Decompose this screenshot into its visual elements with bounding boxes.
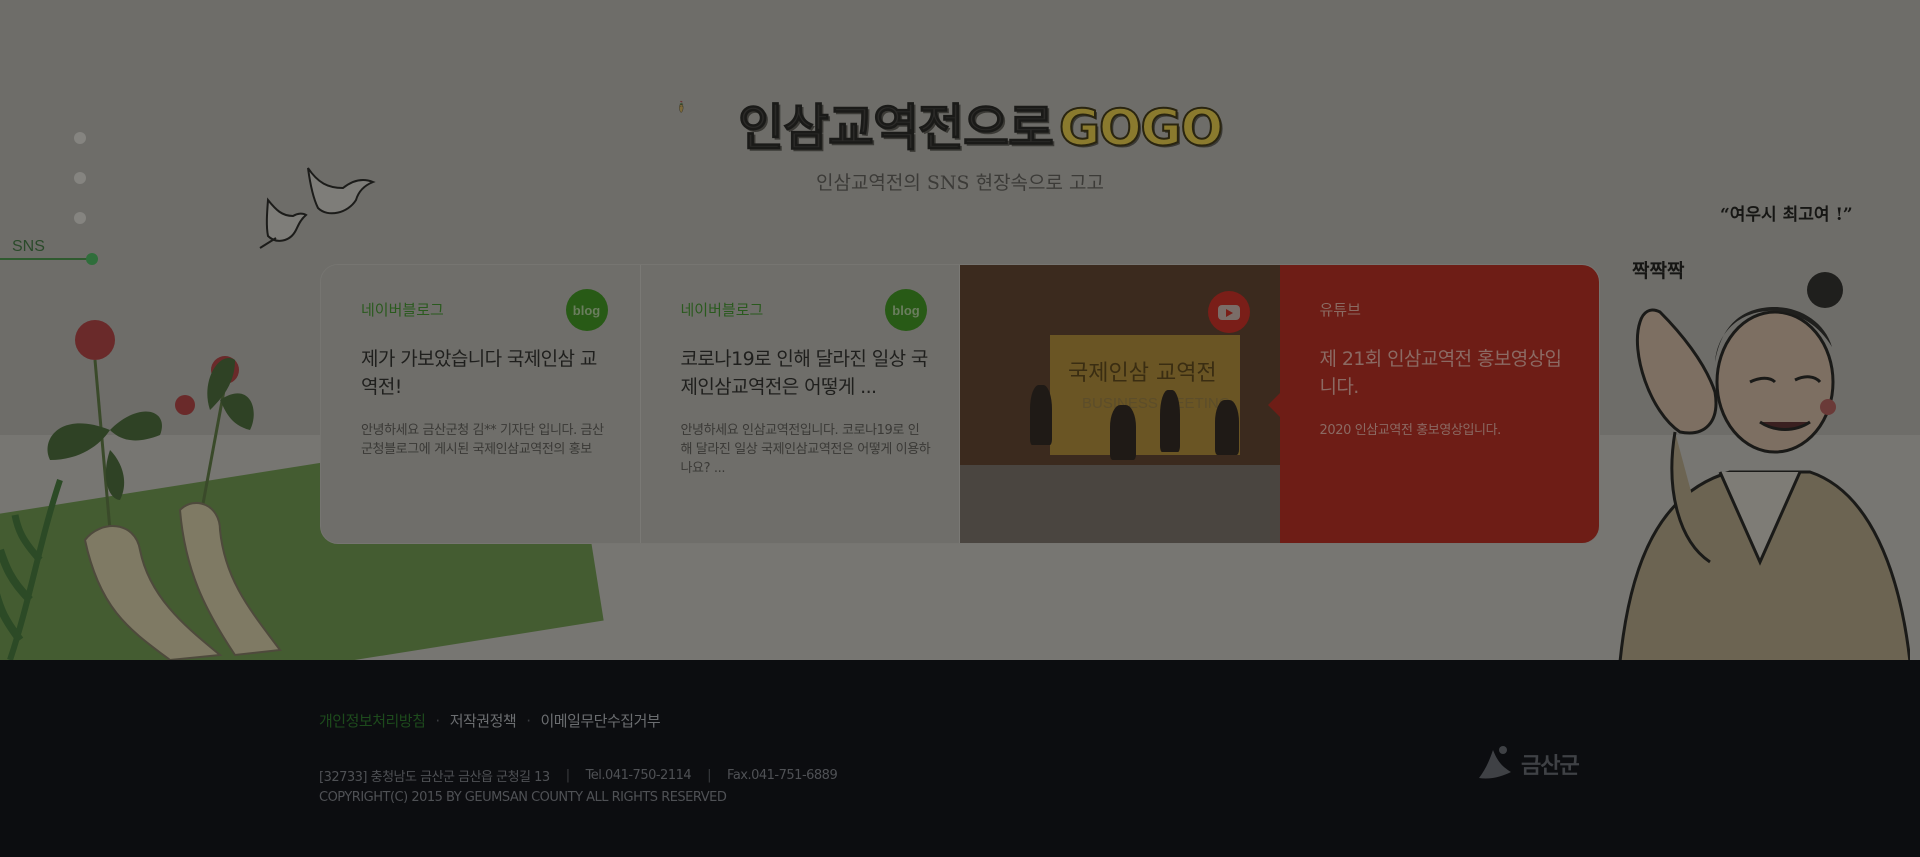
person-silhouette [1215, 400, 1239, 455]
ginseng-plant-illustration [47, 320, 282, 660]
page-title-main: 인삼교역전으로 [738, 99, 1055, 158]
nav-dot-1[interactable] [74, 132, 86, 144]
page-title: 인삼교역전으로 GOGO [738, 88, 1225, 160]
blog-icon: blog [885, 289, 927, 331]
ginseng-mascot-icon [679, 100, 684, 113]
card-headline[interactable]: 제가 가보았습니다 국제인삼 교역전! [361, 345, 611, 401]
youtube-icon[interactable] [1208, 291, 1250, 333]
sns-card-list: 네이버블로그 blog 제가 가보았습니다 국제인삼 교역전! 안녕하세요 금산… [320, 264, 1600, 544]
card-pointer-arrow [1267, 393, 1280, 417]
geumsan-county-logo[interactable]: 금산군 [1475, 742, 1580, 786]
card-description: 안녕하세요 금산군청 김** 기자단 입니다. 금산군청블로그에 게시된 국제인… [361, 423, 604, 457]
person-silhouette [1030, 385, 1052, 445]
page-title-accent: GOGO [1058, 98, 1224, 158]
clapping-character-illustration [1618, 272, 1910, 660]
footer-copyright: COPYRIGHT(C) 2015 BY GEUMSAN COUNTY ALL … [319, 790, 727, 805]
card-headline[interactable]: 코로나19로 인해 달라진 일상 국제인삼교역전은 어떻게 ... [681, 345, 931, 401]
person-silhouette [1110, 405, 1136, 460]
county-name: 금산군 [1521, 754, 1580, 779]
main-section: SNS 인삼교역전으로 GOGO 인삼교역전의 SNS 현장속으로 고고 네이버블… [0, 0, 1920, 660]
nav-label-sns[interactable]: SNS [12, 238, 45, 256]
address-separator: | [565, 768, 570, 783]
card-description: 2020 인삼교역전 홍보영상입니다. [1319, 423, 1502, 438]
nav-active-line [0, 258, 92, 260]
sns-card-video-thumbnail[interactable]: 국제인삼 교역전 BUSINESS MEETING [960, 265, 1280, 543]
privacy-policy-link[interactable]: 개인정보처리방침 [319, 710, 426, 731]
person-silhouette [1160, 390, 1180, 452]
email-collection-refusal-link[interactable]: 이메일무단수집거부 [540, 710, 660, 731]
nav-dot-3[interactable] [74, 212, 86, 224]
card-source-tag: 유튜브 [1319, 301, 1361, 319]
address-separator: | [707, 768, 712, 783]
character-speech-bubble: “여우시 최고여 !” [1720, 205, 1853, 225]
page-subtitle: 인삼교역전의 SNS 현장속으로 고고 [815, 172, 1105, 194]
footer-address: [32733] 충청남도 금산군 금산읍 군청길 13 [319, 770, 550, 785]
footer-links: 개인정보처리방침 · 저작권정책 · 이메일무단수집거부 [319, 710, 661, 731]
card-description: 안녕하세요 인삼교역전입니다. 코로나19로 인해 달라진 일상 국제인삼교역전… [680, 423, 931, 476]
sns-card-blog-1[interactable]: 네이버블로그 blog 제가 가보았습니다 국제인삼 교역전! 안녕하세요 금산… [321, 265, 641, 543]
county-emblem-icon [1479, 746, 1511, 779]
blog-icon: blog [565, 289, 608, 331]
card-source-tag: 네이버블로그 [361, 301, 444, 319]
footer-address-line: [32733] 충청남도 금산군 금산읍 군청길 13 | Tel.041-75… [319, 766, 838, 785]
stage-banner-text: 국제인삼 교역전 [1068, 361, 1217, 386]
sns-card-youtube[interactable]: 유튜브 제 21회 인삼교역전 홍보영상입니다. 2020 인삼교역전 홍보영상… [1279, 265, 1599, 543]
footer-fax: Fax.041-751-6889 [727, 768, 838, 783]
card-headline[interactable]: 제 21회 인삼교역전 홍보영상입니다. [1320, 345, 1570, 401]
link-separator: · [435, 711, 440, 730]
link-separator: · [526, 711, 531, 730]
footer-tel: Tel.041-750-2114 [585, 768, 692, 783]
card-source-tag: 네이버블로그 [680, 301, 764, 319]
sns-card-blog-2[interactable]: 네이버블로그 blog 코로나19로 인해 달라진 일상 국제인삼교역전은 어떻… [640, 265, 960, 543]
stage-banner-subtext: BUSINESS MEETING [1082, 395, 1231, 412]
copyright-policy-link[interactable]: 저작권정책 [450, 710, 517, 731]
site-footer: 개인정보처리방침 · 저작권정책 · 이메일무단수집거부 [32733] 충청남… [0, 660, 1920, 857]
event-floor [960, 465, 1280, 543]
nav-dot-sns[interactable] [86, 253, 98, 265]
section-navigation: SNS [0, 130, 110, 270]
